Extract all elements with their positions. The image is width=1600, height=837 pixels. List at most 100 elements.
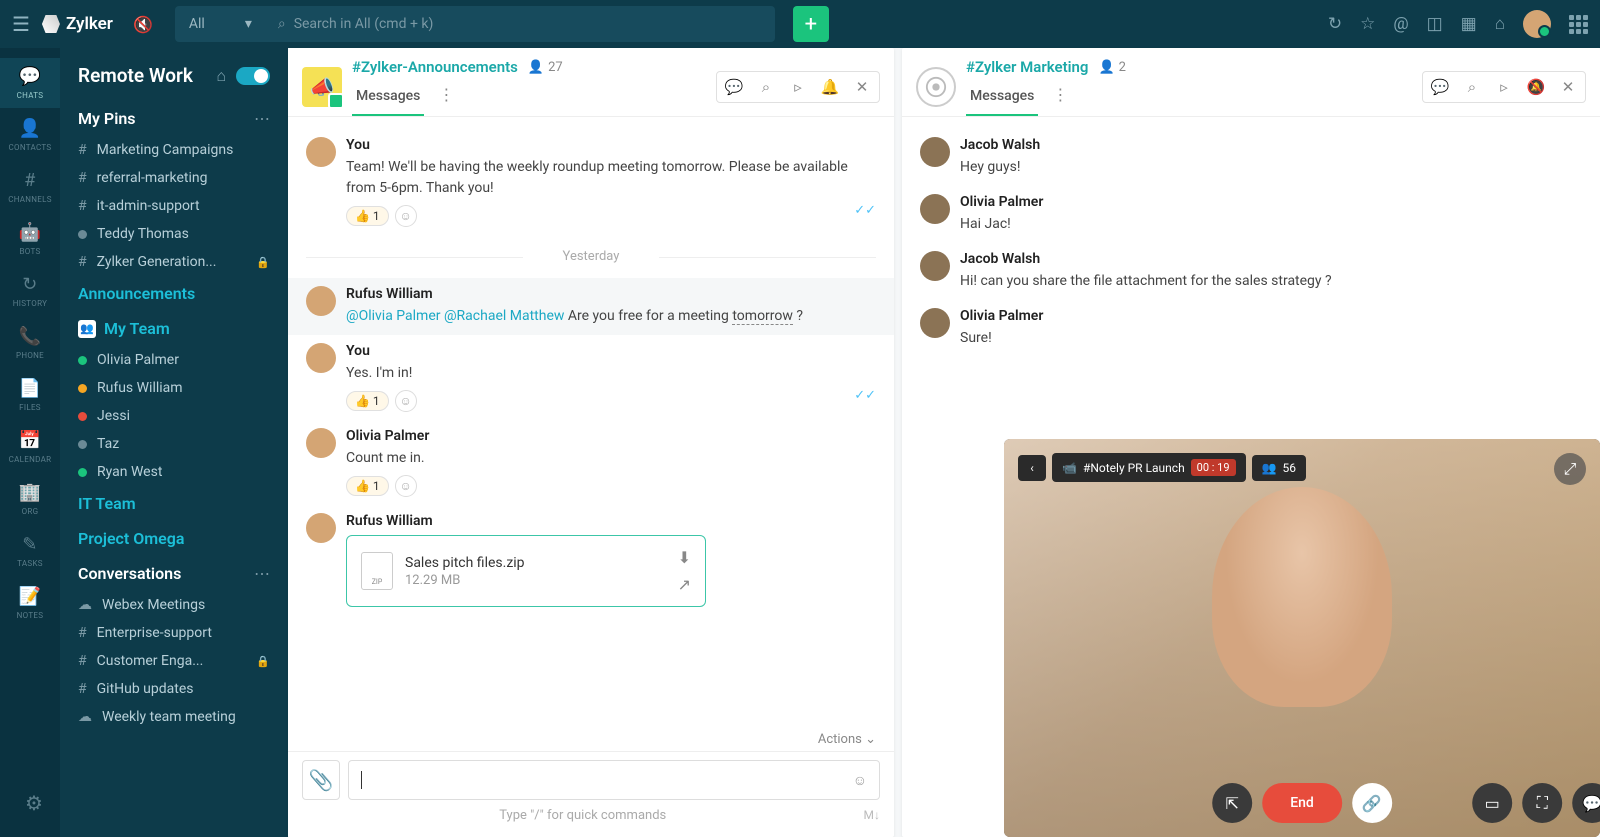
search-placeholder: Search in All (cmd + k) — [294, 16, 434, 32]
sidebar-item[interactable]: #Enterprise-support — [60, 619, 288, 647]
thread-icon[interactable]: 💬 — [719, 74, 749, 100]
message-input[interactable]: ☺ — [348, 760, 880, 800]
thread-icon[interactable]: 💬 — [1425, 74, 1455, 100]
pins-more-icon[interactable]: ⋯ — [254, 109, 270, 128]
sidebar-item[interactable]: Olivia Palmer — [60, 346, 288, 374]
sidebar: Remote Work ⌂ My Pins ⋯ #Marketing Campa… — [60, 48, 288, 837]
attach-button[interactable]: 📎 — [302, 760, 340, 800]
sidebar-item[interactable]: Taz — [60, 430, 288, 458]
end-call-button[interactable]: End — [1262, 783, 1342, 823]
rail-notes[interactable]: 📝NOTES — [0, 578, 60, 628]
pins-header: My Pins ⋯ — [60, 101, 288, 136]
sidebar-item[interactable]: Rufus William — [60, 374, 288, 402]
rail-contacts[interactable]: 👤CONTACTS — [0, 110, 60, 160]
it-team-link[interactable]: IT Team — [78, 494, 136, 513]
apps-grid-icon[interactable] — [1569, 15, 1588, 34]
tab-more-icon[interactable]: ⋮ — [1042, 75, 1078, 114]
bookmark-icon[interactable]: ◫ — [1427, 14, 1443, 34]
announcements-link[interactable]: Announcements — [78, 284, 195, 303]
video-icon[interactable]: ▹ — [1489, 74, 1519, 100]
refresh-icon[interactable]: ↻ — [1328, 14, 1342, 34]
rail-calendar[interactable]: 📅CALENDAR — [0, 422, 60, 472]
sidebar-item[interactable]: ☁Webex Meetings — [60, 591, 288, 619]
message: Rufus William@Olivia Palmer @Rachael Mat… — [288, 278, 894, 335]
add-reaction-icon[interactable]: ☺ — [395, 390, 417, 412]
add-reaction-icon[interactable]: ☺ — [395, 205, 417, 227]
workspace-header: Remote Work ⌂ — [60, 60, 288, 101]
video-icon[interactable]: ▹ — [783, 74, 813, 100]
expand-icon[interactable]: ⤢ — [1554, 453, 1586, 485]
rail-tasks[interactable]: ✎TASKS — [0, 526, 60, 576]
conversations-title: Conversations — [78, 564, 181, 583]
input-hint: Type "/" for quick commands — [499, 808, 666, 823]
call-viewers[interactable]: 👥 56 — [1252, 455, 1306, 481]
rail-files[interactable]: 📄FILES — [0, 370, 60, 420]
screenshare-button[interactable]: ⇱ — [1212, 783, 1252, 823]
actions-dropdown[interactable]: Actions ⌄ — [288, 728, 894, 751]
nav-rail: 💬CHATS👤CONTACTS#CHANNELS🤖BOTS↻HISTORY📞PH… — [0, 48, 60, 837]
sidebar-item[interactable]: #referral-marketing — [60, 164, 288, 192]
emoji-icon[interactable]: ☺ — [853, 772, 867, 789]
mention-icon[interactable]: @ — [1393, 14, 1408, 34]
menu-icon[interactable]: ☰ — [12, 12, 30, 36]
sidebar-item[interactable]: #GitHub updates — [60, 675, 288, 703]
bell-icon[interactable]: 🔔 — [815, 74, 845, 100]
brand-name: Zylker — [66, 14, 113, 34]
reaction[interactable]: 👍 1 — [346, 476, 389, 496]
tab-messages[interactable]: Messages — [352, 78, 424, 116]
reaction[interactable]: 👍 1 — [346, 206, 389, 226]
channel-name[interactable]: #Zylker-Announcements — [352, 58, 518, 76]
add-button[interactable]: + — [793, 6, 829, 42]
copy-link-button[interactable]: 🔗 — [1352, 783, 1392, 823]
sidebar-item[interactable]: #it-admin-support — [60, 192, 288, 220]
rail-org[interactable]: 🏢ORG — [0, 474, 60, 524]
conversations-more-icon[interactable]: ⋯ — [254, 564, 270, 583]
sidebar-item[interactable]: ☁Weekly team meeting — [60, 703, 288, 731]
sidebar-item[interactable]: Ryan West — [60, 458, 288, 486]
camera-icon: 📹 — [1062, 461, 1077, 475]
close-icon[interactable]: ✕ — [847, 74, 877, 100]
star-icon[interactable]: ☆ — [1360, 14, 1375, 34]
channel-pane-announcements: 📣 #Zylker-Announcements 👤 27 Messages ⋮ … — [288, 48, 894, 837]
presence-toggle[interactable] — [236, 67, 270, 85]
rail-channels[interactable]: #CHANNELS — [0, 162, 60, 212]
search-icon[interactable]: ⌕ — [1457, 74, 1487, 100]
message: Olivia PalmerHai Jac! — [920, 186, 1582, 243]
monitor-icon[interactable]: ⌂ — [216, 66, 226, 86]
search-icon[interactable]: ⌕ — [751, 74, 781, 100]
rail-bots[interactable]: 🤖BOTS — [0, 214, 60, 264]
rail-history[interactable]: ↻HISTORY — [0, 266, 60, 316]
download-icon[interactable]: ⬇ — [678, 548, 691, 567]
close-icon[interactable]: ✕ — [1553, 74, 1583, 100]
channel-members[interactable]: 👤 2 — [1098, 60, 1126, 75]
sidebar-item[interactable]: #Customer Enga...🔒 — [60, 647, 288, 675]
bell-mute-icon[interactable]: 🔕 — [1521, 74, 1551, 100]
project-link[interactable]: Project Omega — [78, 529, 184, 548]
user-avatar[interactable] — [1523, 10, 1551, 38]
fullscreen-button[interactable]: ⛶ — [1522, 783, 1562, 823]
reaction[interactable]: 👍 1 — [346, 391, 389, 411]
markdown-hint: M↓ — [864, 808, 880, 822]
file-attachment[interactable]: ZIPSales pitch files.zip12.29 MB⬇↗ — [346, 535, 706, 607]
tab-more-icon[interactable]: ⋮ — [428, 75, 464, 114]
sidebar-item[interactable]: #Marketing Campaigns — [60, 136, 288, 164]
pip-button[interactable]: ▭ — [1472, 783, 1512, 823]
sidebar-item[interactable]: Jessi — [60, 402, 288, 430]
rail-phone[interactable]: 📞PHONE — [0, 318, 60, 368]
calendar-icon[interactable]: ▦ — [1461, 14, 1477, 34]
myteam-header[interactable]: 👥 My Team — [60, 311, 288, 346]
sidebar-item[interactable]: Teddy Thomas — [60, 220, 288, 248]
channel-members[interactable]: 👤 27 — [528, 60, 563, 75]
share-icon[interactable]: ↗ — [678, 575, 691, 594]
search-input[interactable]: ⌕ Search in All (cmd + k) — [266, 6, 775, 42]
tab-messages[interactable]: Messages — [966, 78, 1038, 116]
add-reaction-icon[interactable]: ☺ — [395, 475, 417, 497]
store-icon[interactable]: ⌂ — [1495, 14, 1505, 34]
call-back-button[interactable]: ‹ — [1018, 455, 1046, 481]
rail-chats[interactable]: 💬CHATS — [0, 58, 60, 108]
channel-pane-marketing: #Zylker Marketing 👤 2 Messages ⋮ 💬 ⌕ ▹ 🔕… — [902, 48, 1600, 837]
speaker-icon[interactable]: 🔇 — [133, 15, 153, 34]
channel-name[interactable]: #Zylker Marketing — [966, 58, 1088, 76]
search-scope-dropdown[interactable]: All ▾ — [175, 6, 266, 42]
sidebar-item[interactable]: #Zylker Generation...🔒 — [60, 248, 288, 276]
